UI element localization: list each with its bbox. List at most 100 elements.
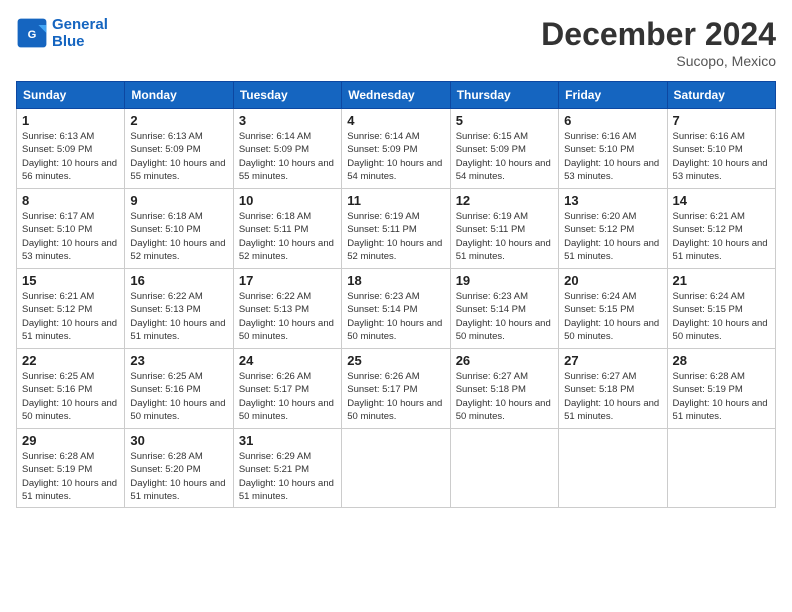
col-saturday: Saturday (667, 82, 775, 109)
day-info: Sunrise: 6:14 AMSunset: 5:09 PMDaylight:… (347, 130, 444, 183)
day-number: 8 (22, 193, 119, 208)
col-monday: Monday (125, 82, 233, 109)
calendar-cell (559, 429, 667, 508)
day-number: 10 (239, 193, 336, 208)
day-number: 28 (673, 353, 770, 368)
calendar-cell: 6 Sunrise: 6:16 AMSunset: 5:10 PMDayligh… (559, 109, 667, 189)
day-info: Sunrise: 6:14 AMSunset: 5:09 PMDaylight:… (239, 130, 336, 183)
week-row-3: 15 Sunrise: 6:21 AMSunset: 5:12 PMDaylig… (17, 269, 776, 349)
logo-icon: G (16, 17, 48, 49)
calendar-cell: 7 Sunrise: 6:16 AMSunset: 5:10 PMDayligh… (667, 109, 775, 189)
day-info: Sunrise: 6:26 AMSunset: 5:17 PMDaylight:… (347, 370, 444, 423)
day-info: Sunrise: 6:16 AMSunset: 5:10 PMDaylight:… (564, 130, 661, 183)
day-info: Sunrise: 6:15 AMSunset: 5:09 PMDaylight:… (456, 130, 553, 183)
day-number: 18 (347, 273, 444, 288)
day-info: Sunrise: 6:26 AMSunset: 5:17 PMDaylight:… (239, 370, 336, 423)
day-info: Sunrise: 6:27 AMSunset: 5:18 PMDaylight:… (456, 370, 553, 423)
day-info: Sunrise: 6:21 AMSunset: 5:12 PMDaylight:… (22, 290, 119, 343)
logo-general: General (52, 16, 108, 33)
day-number: 16 (130, 273, 227, 288)
col-sunday: Sunday (17, 82, 125, 109)
calendar-cell: 31 Sunrise: 6:29 AMSunset: 5:21 PMDaylig… (233, 429, 341, 508)
week-row-4: 22 Sunrise: 6:25 AMSunset: 5:16 PMDaylig… (17, 349, 776, 429)
calendar-cell: 13 Sunrise: 6:20 AMSunset: 5:12 PMDaylig… (559, 189, 667, 269)
week-row-1: 1 Sunrise: 6:13 AMSunset: 5:09 PMDayligh… (17, 109, 776, 189)
day-number: 5 (456, 113, 553, 128)
day-info: Sunrise: 6:17 AMSunset: 5:10 PMDaylight:… (22, 210, 119, 263)
day-number: 11 (347, 193, 444, 208)
logo-blue: Blue (52, 33, 108, 50)
day-info: Sunrise: 6:28 AMSunset: 5:19 PMDaylight:… (22, 450, 119, 503)
calendar-cell: 21 Sunrise: 6:24 AMSunset: 5:15 PMDaylig… (667, 269, 775, 349)
svg-text:G: G (28, 29, 37, 41)
calendar-table: Sunday Monday Tuesday Wednesday Thursday… (16, 81, 776, 508)
calendar-header-row: Sunday Monday Tuesday Wednesday Thursday… (17, 82, 776, 109)
calendar-cell: 24 Sunrise: 6:26 AMSunset: 5:17 PMDaylig… (233, 349, 341, 429)
day-number: 21 (673, 273, 770, 288)
calendar-cell: 28 Sunrise: 6:28 AMSunset: 5:19 PMDaylig… (667, 349, 775, 429)
day-info: Sunrise: 6:24 AMSunset: 5:15 PMDaylight:… (673, 290, 770, 343)
calendar-cell: 9 Sunrise: 6:18 AMSunset: 5:10 PMDayligh… (125, 189, 233, 269)
day-number: 29 (22, 433, 119, 448)
calendar-cell: 14 Sunrise: 6:21 AMSunset: 5:12 PMDaylig… (667, 189, 775, 269)
col-thursday: Thursday (450, 82, 558, 109)
calendar-cell: 22 Sunrise: 6:25 AMSunset: 5:16 PMDaylig… (17, 349, 125, 429)
day-number: 2 (130, 113, 227, 128)
day-number: 20 (564, 273, 661, 288)
calendar-cell: 15 Sunrise: 6:21 AMSunset: 5:12 PMDaylig… (17, 269, 125, 349)
day-number: 25 (347, 353, 444, 368)
calendar-cell: 25 Sunrise: 6:26 AMSunset: 5:17 PMDaylig… (342, 349, 450, 429)
calendar-cell: 10 Sunrise: 6:18 AMSunset: 5:11 PMDaylig… (233, 189, 341, 269)
calendar-cell: 16 Sunrise: 6:22 AMSunset: 5:13 PMDaylig… (125, 269, 233, 349)
day-info: Sunrise: 6:23 AMSunset: 5:14 PMDaylight:… (347, 290, 444, 343)
day-number: 6 (564, 113, 661, 128)
day-number: 3 (239, 113, 336, 128)
day-info: Sunrise: 6:21 AMSunset: 5:12 PMDaylight:… (673, 210, 770, 263)
day-info: Sunrise: 6:13 AMSunset: 5:09 PMDaylight:… (130, 130, 227, 183)
week-row-5: 29 Sunrise: 6:28 AMSunset: 5:19 PMDaylig… (17, 429, 776, 508)
week-row-2: 8 Sunrise: 6:17 AMSunset: 5:10 PMDayligh… (17, 189, 776, 269)
day-info: Sunrise: 6:29 AMSunset: 5:21 PMDaylight:… (239, 450, 336, 503)
day-info: Sunrise: 6:22 AMSunset: 5:13 PMDaylight:… (239, 290, 336, 343)
calendar-cell (342, 429, 450, 508)
day-number: 17 (239, 273, 336, 288)
day-number: 15 (22, 273, 119, 288)
day-info: Sunrise: 6:24 AMSunset: 5:15 PMDaylight:… (564, 290, 661, 343)
calendar-cell: 11 Sunrise: 6:19 AMSunset: 5:11 PMDaylig… (342, 189, 450, 269)
calendar-cell: 20 Sunrise: 6:24 AMSunset: 5:15 PMDaylig… (559, 269, 667, 349)
calendar-cell: 26 Sunrise: 6:27 AMSunset: 5:18 PMDaylig… (450, 349, 558, 429)
day-info: Sunrise: 6:28 AMSunset: 5:19 PMDaylight:… (673, 370, 770, 423)
col-wednesday: Wednesday (342, 82, 450, 109)
month-title: December 2024 (541, 16, 776, 53)
calendar-cell: 30 Sunrise: 6:28 AMSunset: 5:20 PMDaylig… (125, 429, 233, 508)
day-info: Sunrise: 6:27 AMSunset: 5:18 PMDaylight:… (564, 370, 661, 423)
day-info: Sunrise: 6:18 AMSunset: 5:10 PMDaylight:… (130, 210, 227, 263)
day-number: 27 (564, 353, 661, 368)
day-number: 26 (456, 353, 553, 368)
col-friday: Friday (559, 82, 667, 109)
day-number: 23 (130, 353, 227, 368)
location: Sucopo, Mexico (541, 53, 776, 69)
calendar-cell: 12 Sunrise: 6:19 AMSunset: 5:11 PMDaylig… (450, 189, 558, 269)
day-number: 19 (456, 273, 553, 288)
calendar-cell: 27 Sunrise: 6:27 AMSunset: 5:18 PMDaylig… (559, 349, 667, 429)
day-number: 7 (673, 113, 770, 128)
calendar-cell: 2 Sunrise: 6:13 AMSunset: 5:09 PMDayligh… (125, 109, 233, 189)
day-info: Sunrise: 6:25 AMSunset: 5:16 PMDaylight:… (130, 370, 227, 423)
day-number: 22 (22, 353, 119, 368)
calendar-cell (667, 429, 775, 508)
day-info: Sunrise: 6:28 AMSunset: 5:20 PMDaylight:… (130, 450, 227, 503)
day-info: Sunrise: 6:13 AMSunset: 5:09 PMDaylight:… (22, 130, 119, 183)
calendar-cell: 19 Sunrise: 6:23 AMSunset: 5:14 PMDaylig… (450, 269, 558, 349)
calendar-cell: 29 Sunrise: 6:28 AMSunset: 5:19 PMDaylig… (17, 429, 125, 508)
day-number: 14 (673, 193, 770, 208)
day-number: 24 (239, 353, 336, 368)
calendar-cell: 1 Sunrise: 6:13 AMSunset: 5:09 PMDayligh… (17, 109, 125, 189)
day-number: 12 (456, 193, 553, 208)
calendar-cell: 4 Sunrise: 6:14 AMSunset: 5:09 PMDayligh… (342, 109, 450, 189)
logo: G General Blue (16, 16, 108, 50)
day-info: Sunrise: 6:19 AMSunset: 5:11 PMDaylight:… (456, 210, 553, 263)
day-number: 1 (22, 113, 119, 128)
day-info: Sunrise: 6:19 AMSunset: 5:11 PMDaylight:… (347, 210, 444, 263)
day-number: 31 (239, 433, 336, 448)
